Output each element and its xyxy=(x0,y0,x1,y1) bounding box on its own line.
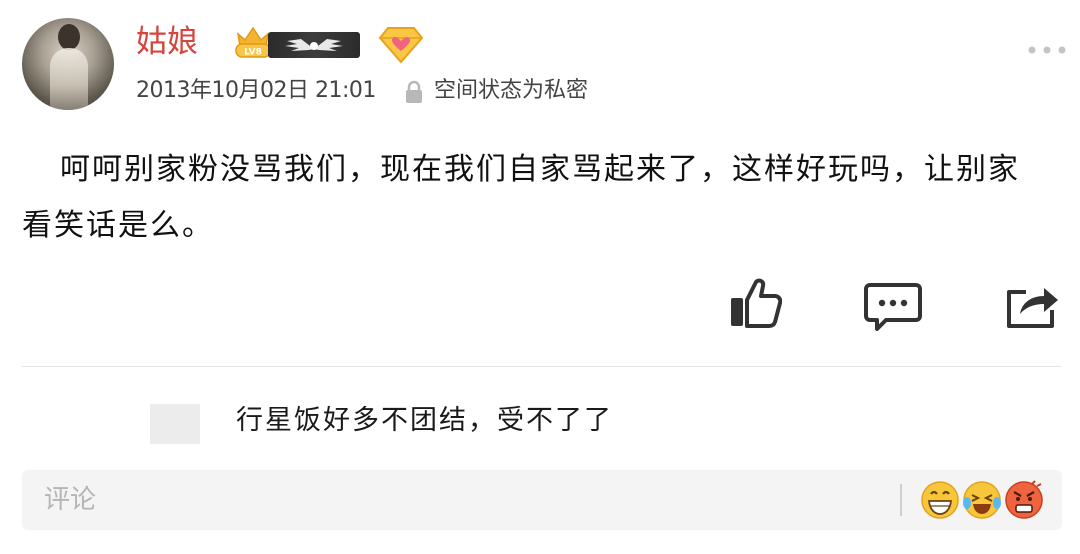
reply-text: 行星饭好多不团结，受不了了 xyxy=(236,405,613,436)
grinning-emoji[interactable] xyxy=(920,480,960,520)
comment-bar xyxy=(22,470,1062,530)
divider xyxy=(22,366,1062,367)
author-name[interactable]: 姑娘 xyxy=(136,22,198,62)
more-horizontal-icon[interactable] xyxy=(1027,40,1067,54)
avatar[interactable] xyxy=(22,18,114,110)
post-timestamp: 2013年10月02日 21:01 xyxy=(136,78,376,103)
reply-avatar[interactable] xyxy=(150,404,200,444)
post-content: 呵呵别家粉没骂我们，现在我们自家骂起来了，这样好玩吗，让别家看笑话是么。 xyxy=(22,152,1020,243)
diamond-badge[interactable] xyxy=(378,24,424,64)
thumbs-up-icon[interactable] xyxy=(728,276,783,330)
angry-emoji[interactable] xyxy=(1004,480,1044,520)
comment-input[interactable] xyxy=(44,470,864,530)
share-icon[interactable] xyxy=(1004,280,1060,330)
laughing-tears-emoji[interactable] xyxy=(962,480,1002,520)
wings-icon xyxy=(285,39,343,51)
wing-medal-badge[interactable] xyxy=(268,32,360,58)
vip-level-text: LV8 xyxy=(244,48,262,58)
comment-bubble-icon[interactable] xyxy=(864,282,922,332)
privacy-status: 空间状态为私密 xyxy=(434,78,589,103)
separator xyxy=(900,484,902,516)
lock-icon xyxy=(404,80,424,104)
